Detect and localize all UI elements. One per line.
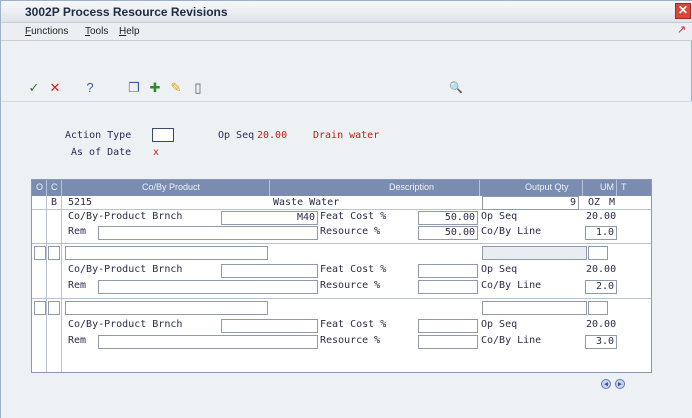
row2-resource-input[interactable] (418, 280, 478, 294)
row3-op-seq-value: 20.00 (586, 319, 617, 330)
col-header-o[interactable]: O (36, 182, 43, 192)
row3-resource-label: Resource % (320, 335, 381, 346)
row3-co-by-line-input[interactable]: 3.0 (585, 335, 617, 349)
action-type-input[interactable] (152, 128, 174, 142)
row3-co-by-line-label: Co/By Line (481, 335, 542, 346)
as-of-date-label: As of Date (71, 147, 132, 158)
row3-branch-input[interactable] (221, 319, 318, 333)
row1-resource-input[interactable]: 50.00 (418, 226, 478, 240)
col-header-product[interactable]: Co/By Product (142, 182, 200, 192)
row3-feat-cost-input[interactable] (418, 319, 478, 333)
row1-branch-label: Co/By-Product Brnch (68, 211, 183, 222)
row2-feat-cost-label: Feat Cost % (320, 264, 387, 275)
col-header-output-qty[interactable]: Output Qty (525, 182, 569, 192)
next-page-icon[interactable]: ▶ (615, 379, 625, 389)
toolbar: ✓ ✕ ? ❐ ✚ ✎ ▯ 🔍 (1, 79, 692, 101)
ok-check-icon[interactable]: ✓ (25, 79, 43, 97)
col-header-um[interactable]: UM (600, 182, 614, 192)
row3-o-cell[interactable] (34, 301, 46, 315)
row1-t[interactable]: M (609, 197, 615, 208)
resource-grid: O C Co/By Product Description Output Qty… (31, 179, 652, 373)
row3-op-seq-label: Op Seq (481, 319, 518, 330)
row2-rem-label: Rem (68, 280, 87, 291)
row2-branch-input[interactable] (221, 264, 318, 278)
search-icon[interactable]: 🔍 (447, 79, 465, 97)
op-seq-label: Op Seq (218, 130, 255, 141)
row3-feat-cost-label: Feat Cost % (320, 319, 387, 330)
row1-rem-input[interactable] (98, 226, 318, 240)
row2-branch-label: Co/By-Product Brnch (68, 264, 183, 275)
row3-resource-input[interactable] (418, 335, 478, 349)
title-bar: 3002P Process Resource Revisions ✕ (1, 1, 692, 23)
col-header-c[interactable]: C (51, 182, 58, 192)
row1-op-seq-value: 20.00 (586, 211, 617, 222)
row1-co-by-line-input[interactable]: 1.0 (585, 226, 617, 240)
op-seq-description: Drain water (313, 130, 380, 141)
close-icon[interactable]: ✕ (675, 3, 691, 19)
row2-output-qty[interactable] (482, 246, 587, 260)
menu-tools[interactable]: Tools (85, 26, 108, 37)
row2-co-by-line-label: Co/By Line (481, 280, 542, 291)
row3-rem-input[interactable] (98, 335, 318, 349)
row2-um[interactable] (588, 246, 608, 260)
row1-rem-label: Rem (68, 226, 87, 237)
copy-icon[interactable]: ❐ (125, 79, 143, 97)
row2-op-seq-value: 20.00 (586, 264, 617, 275)
row2-o-cell[interactable] (34, 246, 46, 260)
col-header-t[interactable]: T (621, 182, 627, 192)
row1-um[interactable]: OZ (588, 197, 600, 208)
menu-help[interactable]: Help (119, 26, 140, 37)
row1-c[interactable]: B (51, 197, 57, 208)
row2-feat-cost-input[interactable] (418, 264, 478, 278)
grid-header: O C Co/By Product Description Output Qty… (32, 180, 651, 196)
row2-product-input[interactable] (65, 246, 268, 260)
window-title: 3002P Process Resource Revisions (25, 5, 228, 19)
delete-trash-icon[interactable]: ▯ (189, 79, 207, 97)
cancel-x-icon[interactable]: ✕ (46, 79, 64, 97)
row1-output-qty[interactable]: 9 (482, 196, 579, 210)
row3-um[interactable] (588, 301, 608, 315)
menu-functions[interactable]: Functions (25, 26, 68, 37)
row1-co-by-line-label: Co/By Line (481, 226, 542, 237)
add-plus-icon[interactable]: ✚ (146, 79, 164, 97)
row1-feat-cost-label: Feat Cost % (320, 211, 387, 222)
action-type-label: Action Type (65, 130, 132, 141)
row1-branch-input[interactable]: M40 (221, 211, 318, 225)
col-header-description[interactable]: Description (389, 182, 434, 192)
row1-resource-label: Resource % (320, 226, 381, 237)
row3-product-input[interactable] (65, 301, 268, 315)
row1-op-seq-label: Op Seq (481, 211, 518, 222)
as-of-date-required-marker: x (153, 147, 160, 158)
row1-feat-cost-input[interactable]: 50.00 (418, 211, 478, 225)
row3-rem-label: Rem (68, 335, 87, 346)
restore-icon[interactable]: ↗ (677, 23, 692, 39)
row2-op-seq-label: Op Seq (481, 264, 518, 275)
op-seq-value: 20.00 (257, 130, 288, 141)
row3-branch-label: Co/By-Product Brnch (68, 319, 183, 330)
pencil-icon[interactable]: ✎ (167, 79, 185, 97)
row2-rem-input[interactable] (98, 280, 318, 294)
prev-page-icon[interactable]: ◀ (601, 379, 611, 389)
row3-c-cell[interactable] (48, 301, 60, 315)
row1-product[interactable]: 5215 (68, 197, 92, 208)
application-window: 3002P Process Resource Revisions ✕ Funct… (0, 0, 692, 418)
help-question-icon[interactable]: ? (81, 79, 99, 97)
row3-output-qty[interactable] (482, 301, 587, 315)
row1-description[interactable]: Waste Water (273, 197, 339, 208)
row2-c-cell[interactable] (48, 246, 60, 260)
menu-bar: Functions Tools Help (1, 23, 692, 41)
row2-co-by-line-input[interactable]: 2.0 (585, 280, 617, 294)
row2-resource-label: Resource % (320, 280, 381, 291)
